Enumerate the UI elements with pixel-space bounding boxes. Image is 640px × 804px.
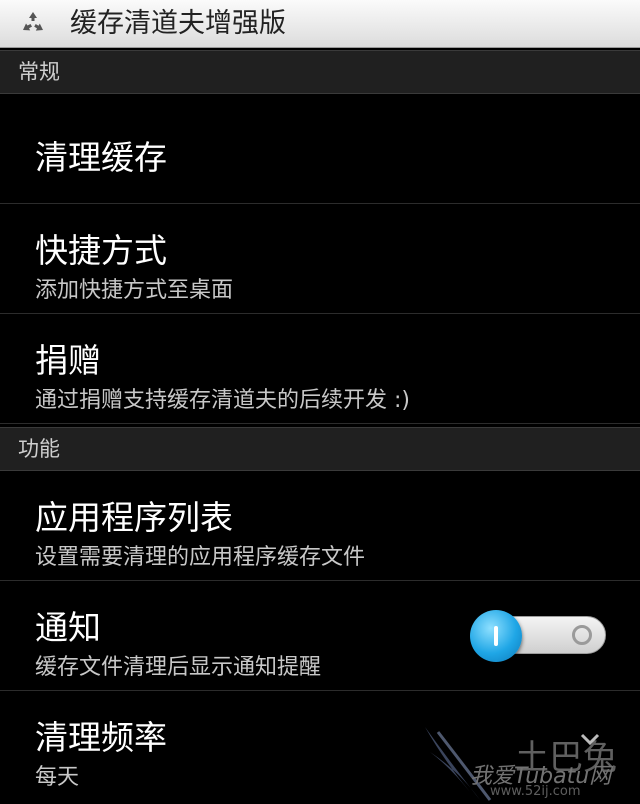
pref-summary: 缓存文件清理后显示通知提醒 xyxy=(35,655,322,680)
category-label: 功能 xyxy=(18,437,60,461)
pref-summary: 添加快捷方式至桌面 xyxy=(35,278,234,303)
category-header-general: 常规 xyxy=(0,50,640,94)
app-title: 缓存清道夫增强版 xyxy=(70,8,286,39)
pref-notification[interactable]: 通知 缓存文件清理后显示通知提醒 xyxy=(0,581,640,691)
pref-clear-cache[interactable]: 清理缓存 xyxy=(0,94,640,204)
pref-shortcut[interactable]: 快捷方式 添加快捷方式至桌面 xyxy=(0,204,640,314)
recycle-icon xyxy=(23,12,43,31)
pref-donate[interactable]: 捐赠 通过捐赠支持缓存清道夫的后续开发 :) xyxy=(0,314,640,424)
pref-title: 清理缓存 xyxy=(35,138,167,177)
pref-app-list[interactable]: 应用程序列表 设置需要清理的应用程序缓存文件 xyxy=(0,471,640,581)
notification-toggle[interactable] xyxy=(470,610,608,662)
pref-summary: 每天 xyxy=(35,765,80,790)
watermark: 土巴兔 我爱Tubatu网 www.52ij.com xyxy=(420,722,640,804)
pref-title: 通知 xyxy=(35,608,101,647)
pref-title: 应用程序列表 xyxy=(35,498,233,537)
pref-title: 清理频率 xyxy=(35,718,167,757)
pref-summary: 设置需要清理的应用程序缓存文件 xyxy=(35,545,366,570)
toggle-on-icon xyxy=(494,626,498,646)
pref-summary: 通过捐赠支持缓存清道夫的后续开发 :) xyxy=(35,388,410,413)
pref-title: 快捷方式 xyxy=(35,231,167,270)
action-bar: 缓存清道夫增强版 xyxy=(0,0,640,48)
toggle-off-icon xyxy=(572,625,592,645)
category-label: 常规 xyxy=(18,60,60,84)
toggle-knob[interactable] xyxy=(470,610,522,662)
watermark-url: www.52ij.com xyxy=(490,784,581,799)
category-header-features: 功能 xyxy=(0,427,640,471)
pref-title: 捐赠 xyxy=(35,341,101,380)
